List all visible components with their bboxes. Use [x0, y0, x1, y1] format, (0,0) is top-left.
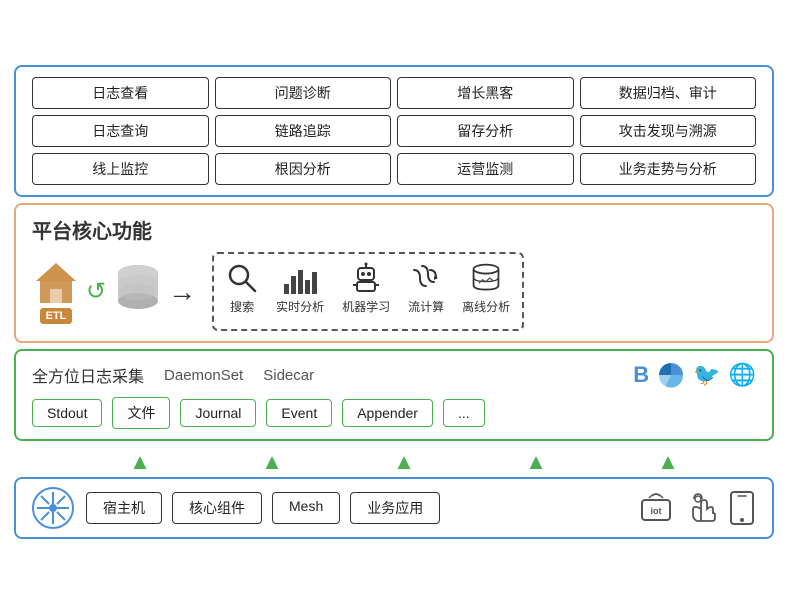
core-item: 核心组件 [172, 492, 262, 524]
arrow-up-3: ▲ [393, 449, 415, 475]
analysis-icons: 搜索 实时分析 [226, 262, 510, 315]
b-logo: B [633, 362, 649, 388]
top-item: 数据归档、审计 [580, 77, 757, 109]
recycle-arrows: ↺ [86, 280, 106, 304]
collection-title-row: 全方位日志采集 DaemonSet Sidecar B 🐦 🌐 [32, 361, 756, 389]
host-item: 宿主机 [86, 492, 162, 524]
top-item: 链路追踪 [215, 115, 392, 147]
arrow-up-4: ▲ [525, 449, 547, 475]
mobile-icon [728, 490, 756, 526]
arrow-up-2: ▲ [261, 449, 283, 475]
iot-icon: iot [638, 490, 674, 526]
globe-logo: 🌐 [729, 362, 756, 388]
logos-row: B 🐦 🌐 [633, 361, 756, 389]
main-container: 日志查看 问题诊断 增长黑客 数据归档、审计 日志查询 链路追踪 留存分析 攻击… [14, 65, 774, 539]
top-item: 根因分析 [215, 153, 392, 185]
top-item: 日志查看 [32, 77, 209, 109]
top-item: 业务走势与分析 [580, 153, 757, 185]
event-item: Event [266, 399, 332, 427]
journal-item: Journal [180, 399, 256, 427]
stream-icon [410, 262, 442, 294]
realtime-icon-item: 实时分析 [276, 266, 324, 315]
top-item: 攻击发现与溯源 [580, 115, 757, 147]
stream-icon-item: 流计算 [408, 262, 444, 315]
offline-icon-item: 离线分析 [462, 262, 510, 315]
middle-section: 平台核心功能 [14, 203, 774, 343]
lowest-items: 宿主机 核心组件 Mesh 业务应用 [86, 492, 626, 524]
robot-icon [350, 262, 382, 294]
offline-db-icon [470, 262, 502, 294]
arrows-separator: ▲ ▲ ▲ ▲ ▲ [14, 447, 774, 477]
stdout-item: Stdout [32, 399, 102, 427]
database-icon [112, 261, 164, 322]
touch-icon [684, 491, 718, 525]
arrow-up-1: ▲ [129, 449, 151, 475]
stream-label: 流计算 [408, 298, 444, 315]
collection-items-row: Stdout 文件 Journal Event Appender ... [32, 397, 756, 429]
top-item: 增长黑客 [397, 77, 574, 109]
collection-title: 全方位日志采集 [32, 363, 144, 387]
top-item: 留存分析 [397, 115, 574, 147]
top-item: 日志查询 [32, 115, 209, 147]
lowest-section: 宿主机 核心组件 Mesh 业务应用 iot [14, 477, 774, 539]
ml-icon-item: 机器学习 [342, 262, 390, 315]
arrow-up-5: ▲ [657, 449, 679, 475]
top-item: 问题诊断 [215, 77, 392, 109]
more-item: ... [443, 399, 485, 427]
collection-section: 全方位日志采集 DaemonSet Sidecar B 🐦 🌐 St [14, 349, 774, 441]
realtime-label: 实时分析 [276, 298, 324, 315]
ml-label: 机器学习 [342, 298, 390, 315]
search-icon-item: 搜索 [226, 262, 258, 315]
bar-chart-icon [284, 266, 317, 294]
middle-title: 平台核心功能 [32, 215, 756, 244]
kubernetes-icon [32, 487, 74, 529]
sidecar-label: Sidecar [263, 367, 314, 384]
pie-chart-logo [657, 361, 685, 389]
top-grid: 日志查看 问题诊断 增长黑客 数据归档、审计 日志查询 链路追踪 留存分析 攻击… [32, 77, 756, 185]
right-icons: iot [638, 490, 756, 526]
warehouse-icon [32, 259, 80, 307]
bird-logo: 🐦 [693, 362, 720, 388]
daemonset-label: DaemonSet [164, 367, 243, 384]
top-item: 运营监测 [397, 153, 574, 185]
search-label: 搜索 [230, 298, 254, 315]
appender-item: Appender [342, 399, 433, 427]
arrow-right: → [168, 276, 196, 308]
analysis-box: 搜索 实时分析 [212, 252, 524, 331]
svg-text:iot: iot [651, 506, 662, 516]
offline-label: 离线分析 [462, 298, 510, 315]
etl-icon: ETL [32, 259, 80, 324]
etl-area: ETL ↺ → [32, 259, 196, 324]
top-item: 线上监控 [32, 153, 209, 185]
top-section: 日志查看 问题诊断 增长黑客 数据归档、审计 日志查询 链路追踪 留存分析 攻击… [14, 65, 774, 197]
search-icon [226, 262, 258, 294]
file-item: 文件 [112, 397, 170, 429]
biz-item: 业务应用 [350, 492, 440, 524]
mesh-item: Mesh [272, 492, 340, 524]
middle-content: ETL ↺ → [32, 252, 756, 331]
